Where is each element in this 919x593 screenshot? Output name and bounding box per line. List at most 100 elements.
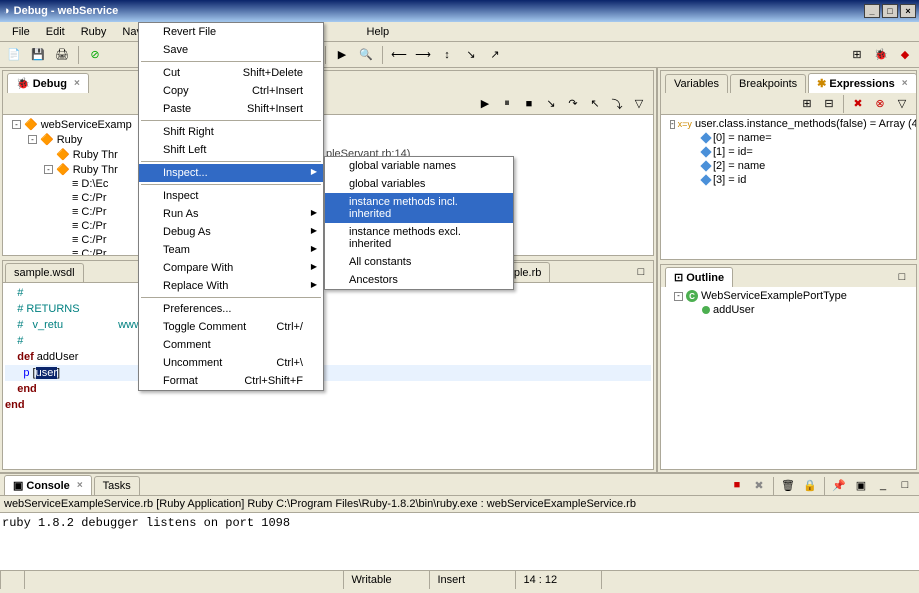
nav-icon[interactable]: ↘ bbox=[461, 45, 481, 65]
terminate-icon[interactable]: ■ bbox=[519, 94, 539, 114]
remove-icon[interactable]: ✖ bbox=[848, 94, 868, 114]
suspend-icon[interactable]: ⏸ bbox=[497, 94, 517, 114]
nav-back-icon[interactable]: ⟵ bbox=[389, 45, 409, 65]
context-menu-item[interactable]: Shift Right bbox=[139, 123, 323, 141]
maximize-editor-icon[interactable]: □ bbox=[631, 262, 651, 282]
search-icon[interactable]: 🔍 bbox=[356, 45, 376, 65]
editor-tab-wsdl[interactable]: sample.wsdl bbox=[5, 263, 84, 282]
minimize-button[interactable]: _ bbox=[864, 4, 880, 18]
menu-file[interactable]: File bbox=[4, 24, 38, 40]
debug-tab[interactable]: 🐞 Debug × bbox=[7, 73, 89, 93]
expr-icon: ✱ bbox=[817, 77, 826, 90]
nav-icon[interactable]: ↗ bbox=[485, 45, 505, 65]
context-menu-item[interactable]: Comment bbox=[139, 336, 323, 354]
clear-console-icon[interactable]: 🗑 bbox=[778, 475, 798, 495]
outline-item[interactable]: - C WebServiceExamplePortType bbox=[663, 289, 914, 303]
expression-item[interactable]: - x=y user.class.instance_methods(false)… bbox=[663, 117, 914, 131]
filter-icon[interactable]: ▽ bbox=[629, 94, 649, 114]
submenu-item[interactable]: instance methods excl. inherited bbox=[325, 223, 513, 253]
status-writable: Writable bbox=[343, 571, 429, 589]
ruby-perspective-icon[interactable]: ◆ bbox=[895, 45, 915, 65]
display-icon[interactable]: ▣ bbox=[851, 475, 871, 495]
nav-icon[interactable]: ↕ bbox=[437, 45, 457, 65]
new-icon[interactable]: 📄 bbox=[4, 45, 24, 65]
close-button[interactable]: × bbox=[900, 4, 916, 18]
context-menu-item[interactable]: CutShift+Delete bbox=[139, 64, 323, 82]
submenu-item[interactable]: Ancestors bbox=[325, 271, 513, 289]
save-icon[interactable]: 💾 bbox=[28, 45, 48, 65]
nav-fwd-icon[interactable]: ⟶ bbox=[413, 45, 433, 65]
tree-icon[interactable]: ⊞ bbox=[797, 94, 817, 114]
drop-icon[interactable]: ⤵ bbox=[607, 94, 627, 114]
outline-icon: ⊡ bbox=[674, 271, 683, 284]
step-into-icon[interactable]: ↘ bbox=[541, 94, 561, 114]
bug-icon: 🐞 bbox=[16, 77, 30, 90]
context-menu-item[interactable]: Inspect... bbox=[139, 164, 323, 182]
max-icon[interactable]: □ bbox=[895, 475, 915, 495]
submenu-item[interactable]: instance methods incl. inherited bbox=[325, 193, 513, 223]
scroll-lock-icon[interactable]: 🔒 bbox=[800, 475, 820, 495]
debug-perspective-icon[interactable]: 🐞 bbox=[871, 45, 891, 65]
print-icon[interactable]: 🖨 bbox=[52, 45, 72, 65]
debug-icon[interactable]: ⊘ bbox=[85, 45, 105, 65]
context-menu[interactable]: Revert FileSave CutShift+DeleteCopyCtrl+I… bbox=[138, 22, 324, 391]
min-icon[interactable]: _ bbox=[873, 475, 893, 495]
context-menu-item[interactable]: Shift Left bbox=[139, 141, 323, 159]
context-menu-item[interactable]: Compare With bbox=[139, 259, 323, 277]
debug-tree-item[interactable]: -🔶Ruby bbox=[5, 132, 651, 147]
close-tab-icon[interactable]: × bbox=[902, 78, 908, 89]
outline-tree[interactable]: - C WebServiceExamplePortType addUser bbox=[661, 287, 916, 469]
code-editor[interactable]: # # RETURNS # v_retu www.w3.org/2001/XML… bbox=[3, 283, 653, 469]
close-tab-icon[interactable]: × bbox=[77, 480, 83, 491]
outline-tab[interactable]: ⊡Outline bbox=[665, 267, 733, 287]
expression-item[interactable]: [1] = id= bbox=[663, 145, 914, 159]
expression-item[interactable]: [2] = name bbox=[663, 159, 914, 173]
breakpoints-tab[interactable]: Breakpoints bbox=[730, 74, 806, 93]
expression-item[interactable]: [3] = id bbox=[663, 173, 914, 187]
resume-icon[interactable]: ▶ bbox=[475, 94, 495, 114]
expressions-tab[interactable]: ✱Expressions× bbox=[808, 73, 916, 93]
step-return-icon[interactable]: ↖ bbox=[585, 94, 605, 114]
expression-item[interactable]: [0] = name= bbox=[663, 131, 914, 145]
menu-help[interactable]: Help bbox=[359, 24, 398, 40]
remove-launch-icon[interactable]: ✖ bbox=[749, 475, 769, 495]
context-menu-item[interactable]: PasteShift+Insert bbox=[139, 100, 323, 118]
console-tab[interactable]: ▣Console× bbox=[4, 475, 92, 495]
expressions-tree[interactable]: - x=y user.class.instance_methods(false)… bbox=[661, 115, 916, 259]
context-menu-item[interactable]: Team bbox=[139, 241, 323, 259]
submenu-item[interactable]: global variables bbox=[325, 175, 513, 193]
inspect-submenu[interactable]: global variable namesglobal variablesins… bbox=[324, 156, 514, 290]
debug-tree-item[interactable]: -🔶webServiceExamp bbox=[5, 117, 651, 132]
variables-tab[interactable]: Variables bbox=[665, 74, 728, 93]
submenu-item[interactable]: All constants bbox=[325, 253, 513, 271]
remove-all-icon[interactable]: ⊗ bbox=[870, 94, 890, 114]
step-over-icon[interactable]: ↷ bbox=[563, 94, 583, 114]
maximize-icon[interactable]: □ bbox=[892, 267, 912, 287]
context-menu-item[interactable]: Revert File bbox=[139, 23, 323, 41]
context-menu-item[interactable]: Preferences... bbox=[139, 300, 323, 318]
run-icon[interactable]: ▶ bbox=[332, 45, 352, 65]
close-tab-icon[interactable]: × bbox=[74, 78, 80, 89]
context-menu-item[interactable]: CopyCtrl+Insert bbox=[139, 82, 323, 100]
console-output[interactable]: ruby 1.8.2 debugger listens on port 1098 bbox=[0, 513, 919, 570]
context-menu-item[interactable]: Toggle CommentCtrl+/ bbox=[139, 318, 323, 336]
title-bar: ◑ Debug - webService _ □ × bbox=[0, 0, 919, 22]
menu-edit[interactable]: Edit bbox=[38, 24, 73, 40]
collapse-icon[interactable]: ⊟ bbox=[819, 94, 839, 114]
context-menu-item[interactable]: Debug As bbox=[139, 223, 323, 241]
context-menu-item[interactable]: FormatCtrl+Shift+F bbox=[139, 372, 323, 390]
perspective-icon[interactable]: ⊞ bbox=[847, 45, 867, 65]
pin-icon[interactable]: 📌 bbox=[829, 475, 849, 495]
terminate-icon[interactable]: ■ bbox=[727, 475, 747, 495]
outline-item[interactable]: addUser bbox=[663, 303, 914, 317]
context-menu-item[interactable]: Inspect bbox=[139, 187, 323, 205]
menu-icon[interactable]: ▽ bbox=[892, 94, 912, 114]
maximize-button[interactable]: □ bbox=[882, 4, 898, 18]
context-menu-item[interactable]: UncommentCtrl+\ bbox=[139, 354, 323, 372]
menu-ruby[interactable]: Ruby bbox=[73, 24, 115, 40]
context-menu-item[interactable]: Run As bbox=[139, 205, 323, 223]
tasks-tab[interactable]: Tasks bbox=[94, 476, 140, 495]
context-menu-item[interactable]: Replace With bbox=[139, 277, 323, 295]
context-menu-item[interactable]: Save bbox=[139, 41, 323, 59]
submenu-item[interactable]: global variable names bbox=[325, 157, 513, 175]
